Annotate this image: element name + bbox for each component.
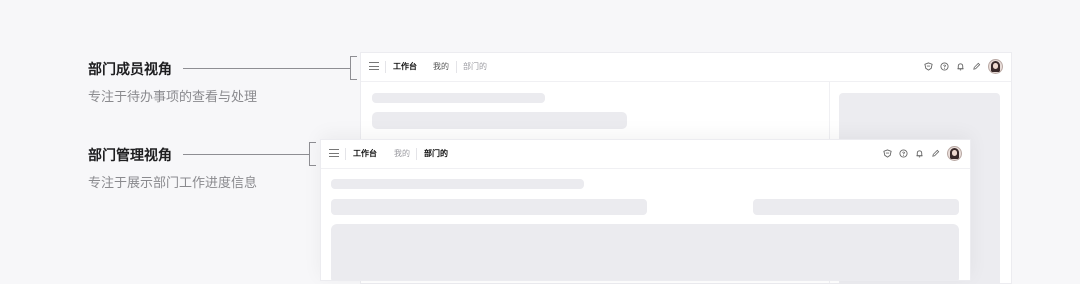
manager-view-description: 专注于展示部门工作进度信息 — [88, 175, 258, 190]
skeleton-block — [753, 199, 959, 215]
bell-icon[interactable] — [956, 62, 965, 71]
divider — [345, 148, 346, 160]
shield-icon[interactable] — [883, 149, 892, 158]
menu-icon[interactable] — [329, 149, 339, 157]
skeleton-card — [331, 224, 959, 280]
member-view-connector — [183, 68, 350, 69]
divider — [385, 61, 386, 73]
skeleton-line — [372, 93, 545, 103]
toolbar-icons — [883, 146, 962, 161]
tab-mine[interactable]: 我的 — [433, 61, 449, 73]
skeleton-block — [372, 112, 627, 129]
help-icon[interactable] — [899, 149, 908, 158]
user-avatar[interactable] — [947, 146, 962, 161]
user-avatar[interactable] — [988, 59, 1003, 74]
help-icon[interactable] — [940, 62, 949, 71]
member-topbar: 工作台 我的 部门的 — [361, 53, 1011, 82]
skeleton-line — [331, 179, 584, 189]
tab-department[interactable]: 部门的 — [424, 148, 448, 160]
edit-icon[interactable] — [972, 62, 981, 71]
skeleton-block — [331, 199, 647, 215]
edit-icon[interactable] — [931, 149, 940, 158]
manager-view-title: 部门管理视角 — [88, 147, 172, 163]
divider — [456, 61, 457, 73]
manager-view-bracket — [309, 142, 316, 166]
member-view-bracket — [350, 56, 357, 80]
bell-icon[interactable] — [915, 149, 924, 158]
member-view-description: 专注于待办事项的查看与处理 — [88, 89, 258, 104]
tab-workbench[interactable]: 工作台 — [353, 148, 377, 160]
divider — [416, 148, 417, 160]
manager-view-window: 工作台 我的 部门的 — [320, 139, 971, 281]
tab-mine[interactable]: 我的 — [394, 148, 410, 160]
manager-view-connector — [183, 154, 309, 155]
tab-workbench[interactable]: 工作台 — [393, 61, 417, 73]
member-view-title: 部门成员视角 — [88, 61, 172, 77]
shield-icon[interactable] — [924, 62, 933, 71]
member-view-annotation: 部门成员视角 专注于待办事项的查看与处理 — [88, 60, 257, 106]
manager-topbar: 工作台 我的 部门的 — [321, 140, 970, 169]
manager-view-annotation: 部门管理视角 专注于展示部门工作进度信息 — [88, 146, 257, 192]
tab-department[interactable]: 部门的 — [463, 61, 487, 73]
menu-icon[interactable] — [369, 62, 379, 70]
toolbar-icons — [924, 59, 1003, 74]
